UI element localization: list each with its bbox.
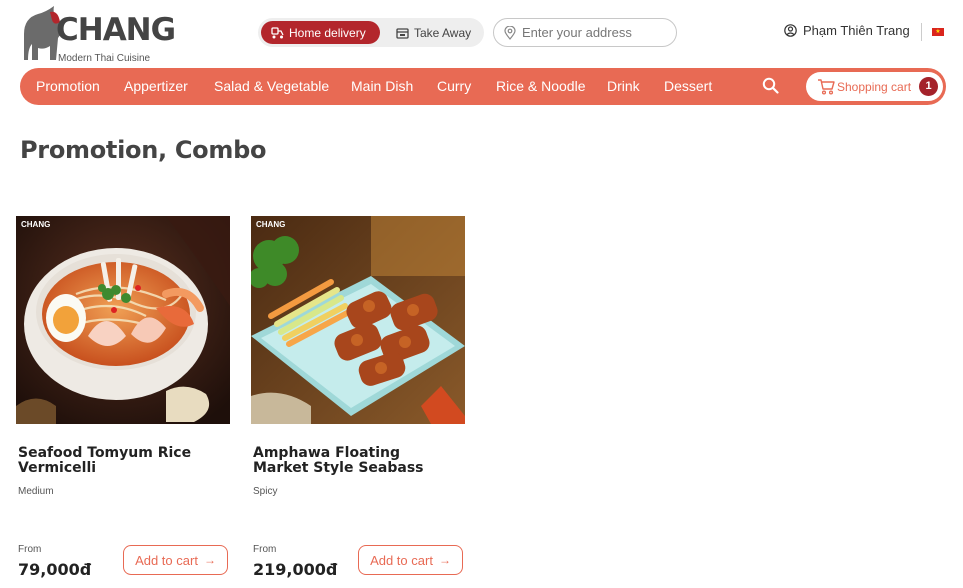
image-watermark: CHANG bbox=[21, 220, 50, 229]
category-nav: Promotion Appertizer Salad & Vegetable M… bbox=[20, 68, 946, 105]
search-icon bbox=[762, 77, 779, 94]
nav-item-drink[interactable]: Drink bbox=[607, 68, 640, 105]
image-watermark: CHANG bbox=[256, 220, 285, 229]
add-to-cart-label: Add to cart bbox=[135, 552, 198, 568]
home-delivery-label: Home delivery bbox=[289, 25, 366, 40]
nav-item-main-dish[interactable]: Main Dish bbox=[351, 68, 413, 105]
brand-tagline: Modern Thai Cuisine bbox=[58, 53, 151, 64]
product-card[interactable]: CHANG Seafood Tomyum Rice Vermicelli Med… bbox=[16, 216, 230, 588]
arrow-right-icon: → bbox=[438, 553, 451, 567]
scooter-icon bbox=[271, 26, 284, 38]
location-pin-icon bbox=[504, 25, 516, 40]
address-input[interactable] bbox=[522, 25, 672, 40]
nav-item-rice-noodle[interactable]: Rice & Noodle bbox=[496, 68, 586, 105]
take-away-option[interactable]: Take Away bbox=[386, 21, 481, 44]
product-name[interactable]: Amphawa Floating Market Style Seabass bbox=[253, 446, 458, 476]
add-to-cart-button[interactable]: Add to cart → bbox=[123, 545, 228, 575]
divider bbox=[921, 23, 922, 41]
cart-icon bbox=[818, 79, 835, 95]
nav-item-appertizer[interactable]: Appertizer bbox=[124, 68, 188, 105]
nav-item-salad-vegetable[interactable]: Salad & Vegetable bbox=[214, 68, 329, 105]
add-to-cart-label: Add to cart bbox=[370, 552, 433, 568]
brand-logo[interactable]: CHANG Modern Thai Cuisine bbox=[20, 4, 176, 66]
nav-item-curry[interactable]: Curry bbox=[437, 68, 471, 105]
product-price: 79,000đ bbox=[18, 560, 92, 579]
seabass-dish-image: CHANG bbox=[251, 216, 465, 424]
store-icon bbox=[396, 27, 409, 39]
product-card[interactable]: CHANG Amphawa Floating Market Style Seab… bbox=[251, 216, 465, 588]
price-from-label: From bbox=[18, 544, 42, 555]
product-name[interactable]: Seafood Tomyum Rice Vermicelli bbox=[18, 446, 223, 476]
vietnam-flag-icon[interactable]: ★ bbox=[932, 28, 944, 36]
user-account[interactable]: Phạm Thiên Trang bbox=[784, 23, 910, 38]
user-icon bbox=[784, 24, 797, 37]
nav-item-promotion[interactable]: Promotion bbox=[36, 68, 100, 105]
shopping-cart-button[interactable]: Shopping cart 1 bbox=[806, 72, 943, 101]
search-button[interactable] bbox=[762, 77, 779, 99]
site-header: CHANG Modern Thai Cuisine Home delivery … bbox=[0, 0, 963, 68]
page-title: Promotion, Combo bbox=[20, 136, 267, 164]
address-field bbox=[493, 18, 677, 47]
product-price: 219,000đ bbox=[253, 560, 338, 579]
nav-item-dessert[interactable]: Dessert bbox=[664, 68, 712, 105]
arrow-right-icon: → bbox=[203, 553, 216, 567]
price-from-label: From bbox=[253, 544, 277, 555]
product-image[interactable]: CHANG bbox=[16, 216, 230, 424]
product-image[interactable]: CHANG bbox=[251, 216, 465, 424]
home-delivery-option[interactable]: Home delivery bbox=[261, 21, 380, 44]
tomyum-noodle-image: CHANG bbox=[16, 216, 230, 424]
take-away-label: Take Away bbox=[414, 25, 472, 40]
cart-label: Shopping cart bbox=[837, 79, 912, 94]
brand-name: CHANG bbox=[56, 12, 176, 48]
user-name: Phạm Thiên Trang bbox=[803, 23, 910, 38]
product-tag: Medium bbox=[18, 486, 54, 497]
delivery-mode-toggle: Home delivery Take Away bbox=[258, 18, 484, 47]
product-tag: Spicy bbox=[253, 486, 278, 497]
add-to-cart-button[interactable]: Add to cart → bbox=[358, 545, 463, 575]
cart-count-badge: 1 bbox=[919, 77, 938, 96]
